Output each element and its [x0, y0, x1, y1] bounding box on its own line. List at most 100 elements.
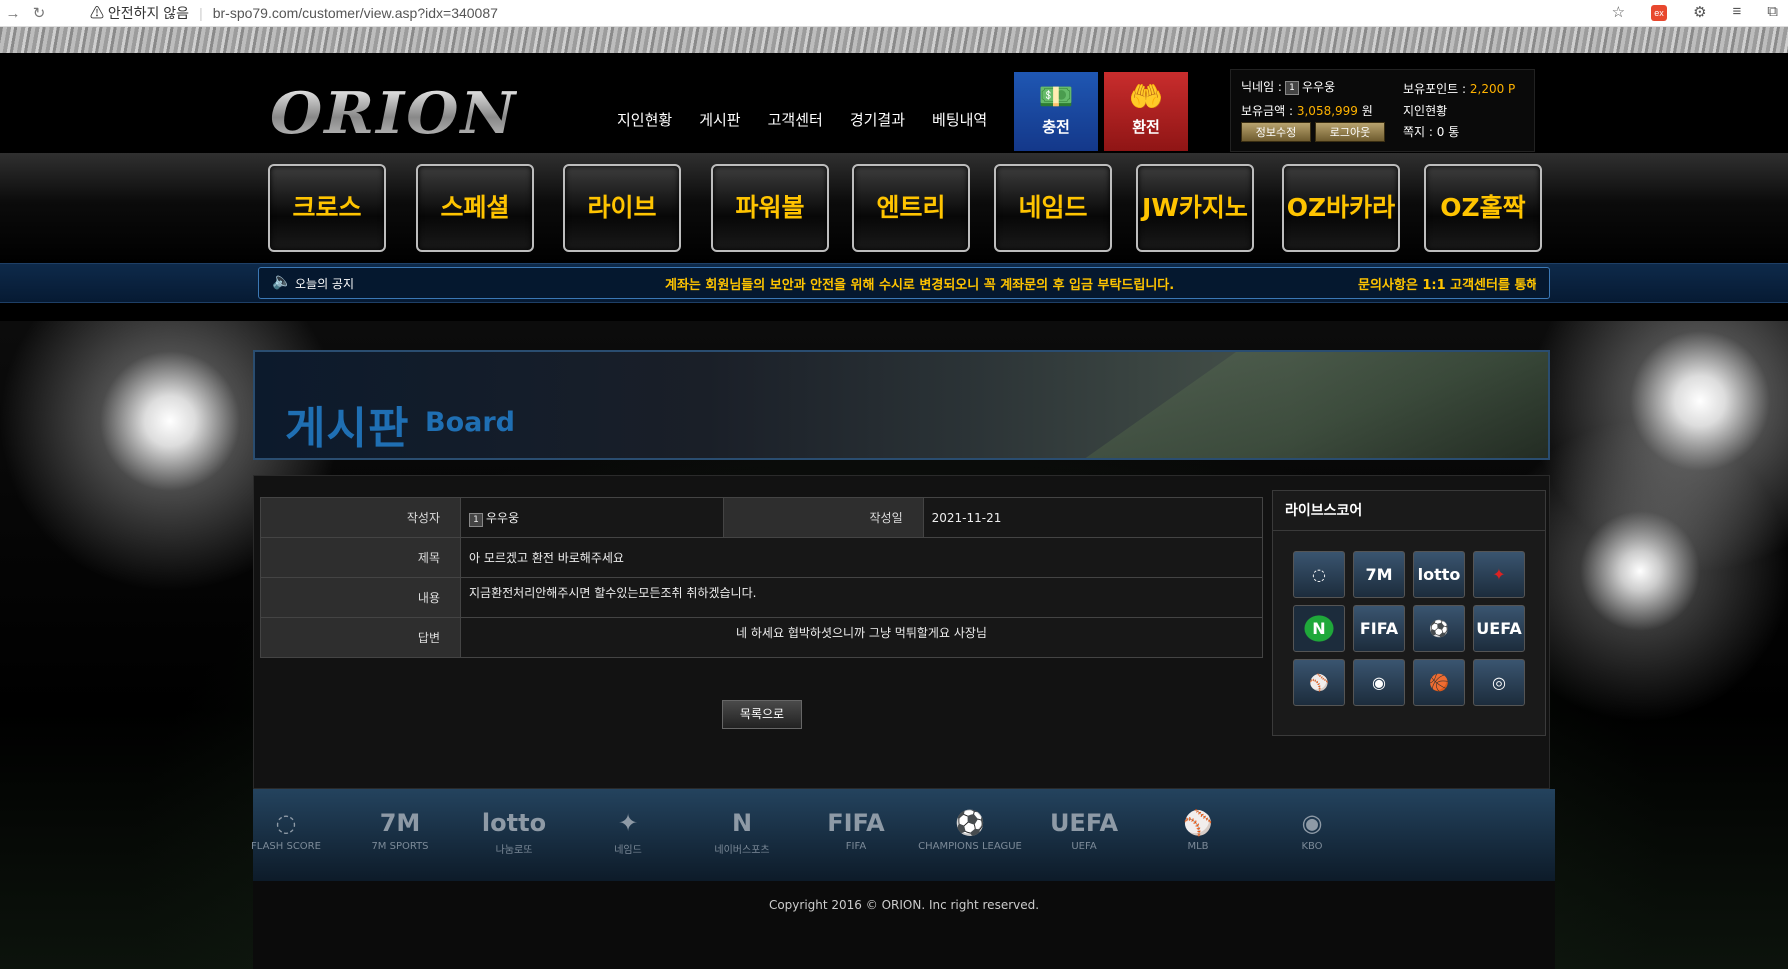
mlb-icon[interactable]: ⚾	[1293, 659, 1345, 706]
game-named[interactable]: 네임드	[994, 164, 1112, 252]
livescore-grid: ◌ 7M lotto ✦ N FIFA ⚽ UEFA ⚾ ◉ 🏀 ◎	[1293, 551, 1525, 706]
flash-score-icon[interactable]: ◌	[1293, 551, 1345, 598]
footer-link[interactable]: ⚽ CHAMPIONS LEAGUE	[915, 805, 1025, 852]
menu-results[interactable]: 경기결과	[850, 109, 905, 130]
exchange-button[interactable]: 🤲 환전	[1104, 72, 1188, 151]
puzzle-icon[interactable]: ⚙	[1693, 3, 1706, 21]
date-label: 작성일	[722, 497, 924, 538]
logout-button[interactable]: 로그아웃	[1315, 122, 1385, 142]
champions-icon[interactable]: ⚽	[1413, 605, 1465, 652]
back-to-list-button[interactable]: 목록으로	[722, 700, 802, 729]
reload-icon[interactable]: ↻	[26, 4, 52, 22]
author-cell: 1 우우웅	[460, 497, 724, 538]
favorites-icon[interactable]: ≡	[1733, 3, 1742, 21]
menu-board[interactable]: 게시판	[699, 109, 740, 130]
points-row: 보유포인트 : 2,200 P	[1403, 80, 1515, 97]
footer-logo-icon: ◉	[1301, 809, 1323, 837]
post-content-area: 작성자 1 우우웅 작성일 2021-11-21 제목 아 모르겠고 환전 바로해…	[253, 475, 1550, 789]
footer-link-label: 네이버스포츠	[714, 845, 770, 856]
footer-link[interactable]: ✦ 네임드	[573, 805, 683, 856]
livescore-title: 라이브스코어	[1273, 491, 1545, 531]
game-entry[interactable]: 엔트리	[852, 164, 970, 252]
site-logo[interactable]: ORION	[270, 81, 517, 148]
footer-logo-icon: ◌	[275, 809, 297, 837]
footer-logo-icon: ⚽	[955, 809, 985, 837]
footer-link-label: FLASH SCORE	[251, 841, 321, 852]
board-banner: 게시판 Board	[253, 350, 1550, 460]
footer-link[interactable]: UEFA UEFA	[1029, 805, 1139, 852]
footer-link[interactable]: ◌ FLASH SCORE	[231, 805, 341, 852]
game-menu: 크로스 스페셜 라이브 파워볼 엔트리 네임드 JW카지노 OZ바카라 OZ홀짝	[0, 153, 1788, 263]
fifa-icon[interactable]: FIFA	[1353, 605, 1405, 652]
footer-link-label: 7M SPORTS	[371, 841, 429, 852]
notice-message-2: 문의사항은 1:1 고객센터를 통해	[1358, 278, 1536, 293]
friends-link[interactable]: 지인현황	[1403, 102, 1447, 119]
footer-link[interactable]: lotto 나눔로또	[459, 805, 569, 856]
author-level-badge: 1	[469, 512, 483, 527]
game-powerball[interactable]: 파워볼	[711, 164, 829, 252]
points-value: 2,200 P	[1469, 82, 1516, 96]
lotto-icon[interactable]: lotto	[1413, 551, 1465, 598]
nhl-icon[interactable]: ◎	[1473, 659, 1525, 706]
footer-link-label: KBO	[1301, 841, 1323, 852]
board-title: 게시판	[285, 403, 410, 454]
back-icon[interactable]: →	[0, 5, 26, 22]
reply-value: 네 하세요 협박하셧으니까 그냥 먹튀할게요 사장님	[460, 617, 1263, 658]
uefa-icon[interactable]: UEFA	[1473, 605, 1525, 652]
browser-actions: ☆ ex ⚙ ≡ ⧉	[1612, 3, 1778, 21]
footer-link[interactable]: ◉ KBO	[1257, 805, 1367, 852]
kbo-icon[interactable]: ◉	[1353, 659, 1405, 706]
copyright: Copyright 2016 © ORION. Inc right reserv…	[253, 881, 1555, 969]
table-row: 제목 아 모르겠고 환전 바로해주세요	[260, 537, 1263, 578]
footer-link[interactable]: FIFA FIFA	[801, 805, 911, 852]
footer-logo-icon: lotto	[481, 809, 547, 837]
nba-icon[interactable]: 🏀	[1413, 659, 1465, 706]
footer-logo-icon: N	[731, 809, 753, 837]
hand-coin-icon: 🤲	[1128, 80, 1164, 113]
bookmark-icon[interactable]: ☆	[1612, 3, 1625, 21]
collections-icon[interactable]: ⧉	[1767, 3, 1778, 21]
footer-link[interactable]: ⚾ MLB	[1143, 805, 1253, 852]
charge-button[interactable]: 💵 충전	[1014, 72, 1098, 151]
stadium-field-image	[1080, 352, 1548, 458]
top-menu: 지인현황 게시판 고객센터 경기결과 베팅내역	[617, 109, 987, 130]
footer-logo-icon: UEFA	[1049, 809, 1119, 837]
table-row: 내용 지금환전처리안해주시면 할수있는모든조취 취하겠습니다.	[260, 577, 1263, 618]
messages-link[interactable]: 쪽지 : 0 통	[1403, 123, 1459, 140]
points-label: 보유포인트 :	[1403, 82, 1467, 96]
menu-bets[interactable]: 베팅내역	[932, 109, 987, 130]
game-cross[interactable]: 크로스	[268, 164, 386, 252]
menu-friends[interactable]: 지인현황	[617, 109, 672, 130]
address-bar[interactable]: br-spo79.com/customer/view.asp?idx=34008…	[213, 5, 498, 21]
named-icon[interactable]: ✦	[1473, 551, 1525, 598]
game-live[interactable]: 라이브	[563, 164, 681, 252]
footer-link[interactable]: 7M 7M SPORTS	[345, 805, 455, 852]
naver-icon[interactable]: N	[1293, 605, 1345, 652]
livescore-panel: 라이브스코어 ◌ 7M lotto ✦ N FIFA ⚽ UEFA ⚾ ◉ 🏀 ◎	[1272, 490, 1546, 736]
menu-support[interactable]: 고객센터	[768, 109, 823, 130]
footer-links: ◌ FLASH SCORE 7M 7M SPORTS lotto 나눔로또 ✦ 네임드 N 네이버…	[251, 789, 1555, 881]
footer-link-label: 나눔로또	[495, 845, 533, 856]
browser-bar: → ↻ ⚠ 안전하지 않음 | br-spo79.com/customer/vi…	[0, 0, 1788, 27]
7m-icon[interactable]: 7M	[1353, 551, 1405, 598]
game-special[interactable]: 스페셜	[416, 164, 534, 252]
edit-info-button[interactable]: 정보수정	[1241, 122, 1311, 142]
footer-link-label: FIFA	[845, 841, 867, 852]
balance-unit: 원	[1361, 104, 1373, 118]
game-oz-baccarat[interactable]: OZ바카라	[1282, 164, 1400, 252]
footer-link-label: UEFA	[1071, 841, 1097, 852]
extension-icon[interactable]: ex	[1651, 5, 1668, 21]
url-divider: |	[199, 5, 203, 21]
game-oz-oddeven[interactable]: OZ홀짝	[1424, 164, 1542, 252]
content-label: 내용	[260, 577, 461, 618]
date-value: 2021-11-21	[922, 497, 1264, 538]
game-jw-casino[interactable]: JW카지노	[1136, 164, 1254, 252]
author-label: 작성자	[260, 497, 461, 538]
footer-logo-icon: ✦	[617, 809, 639, 837]
footer-link[interactable]: N 네이버스포츠	[687, 805, 797, 856]
nickname-value: 우우웅	[1301, 80, 1336, 94]
reply-label: 답변	[260, 617, 461, 658]
security-warning[interactable]: ⚠ 안전하지 않음	[90, 3, 189, 23]
level-badge: 1	[1284, 80, 1299, 95]
post-table: 작성자 1 우우웅 작성일 2021-11-21 제목 아 모르겠고 환전 바로해…	[260, 497, 1264, 658]
